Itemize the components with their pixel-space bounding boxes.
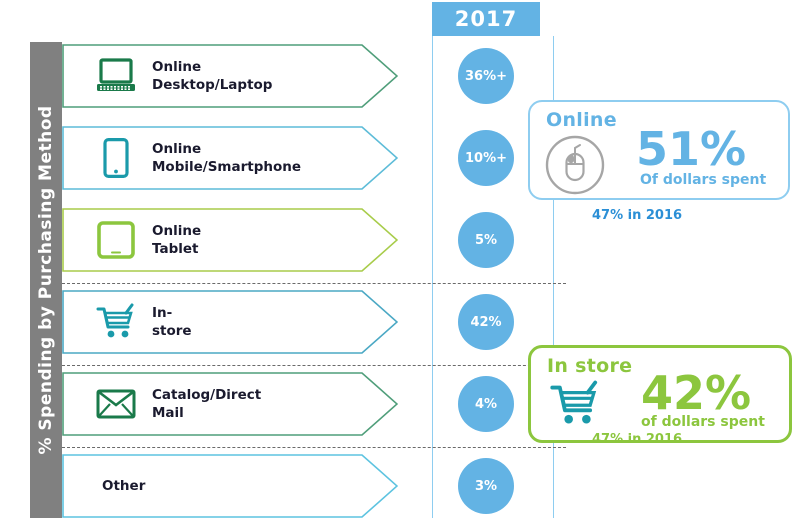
row-label: In-store [152,304,192,339]
shopping-cart-icon [94,300,138,344]
value-bubble: 5% [458,212,514,268]
row-label: Other [102,477,146,494]
row-label: Online Mobile/Smartphone [152,140,302,175]
callout-online: Online 51% Of dollars spent [528,100,790,200]
envelope-icon [94,382,138,426]
section-divider-instore-bottom [62,447,566,448]
year-column-rule-left [432,36,433,518]
callout-footnote-online: 47% in 2016 [592,208,683,223]
infographic-canvas: % Spending by Purchasing Method 2017 Onl… [0,0,800,518]
value-bubble: 42% [458,294,514,350]
row-label: Online Tablet [152,222,202,257]
callout-subtitle: Of dollars spent [640,172,767,188]
tablet-icon [94,218,138,262]
callout-in-store: In store 42% of dollars spent [528,345,792,443]
value-bubble: 4% [458,376,514,432]
axis-band: % Spending by Purchasing Method [30,42,62,518]
callout-title: Online [546,109,617,131]
smartphone-icon [94,136,138,180]
section-divider-instore-top [62,365,566,366]
laptop-icon [94,54,138,98]
row-label: Online Desktop/Laptop [152,58,273,93]
row-label: Catalog/Direct Mail [152,386,262,421]
callout-title: In store [547,355,633,377]
shopping-cart-icon [547,380,603,432]
section-divider-online [62,283,566,284]
callout-footnote-instore: 47% in 2016 [592,432,683,447]
value-bubble: 3% [458,458,514,514]
callout-percent: 42% [641,366,752,420]
axis-label: % Spending by Purchasing Method [36,105,56,455]
computer-mouse-icon [544,134,606,200]
value-bubble: 10%+ [458,130,514,186]
callout-subtitle: of dollars spent [641,414,765,430]
value-bubble: 36%+ [458,48,514,104]
year-column-header: 2017 [432,2,540,36]
callout-percent: 51% [636,122,747,176]
